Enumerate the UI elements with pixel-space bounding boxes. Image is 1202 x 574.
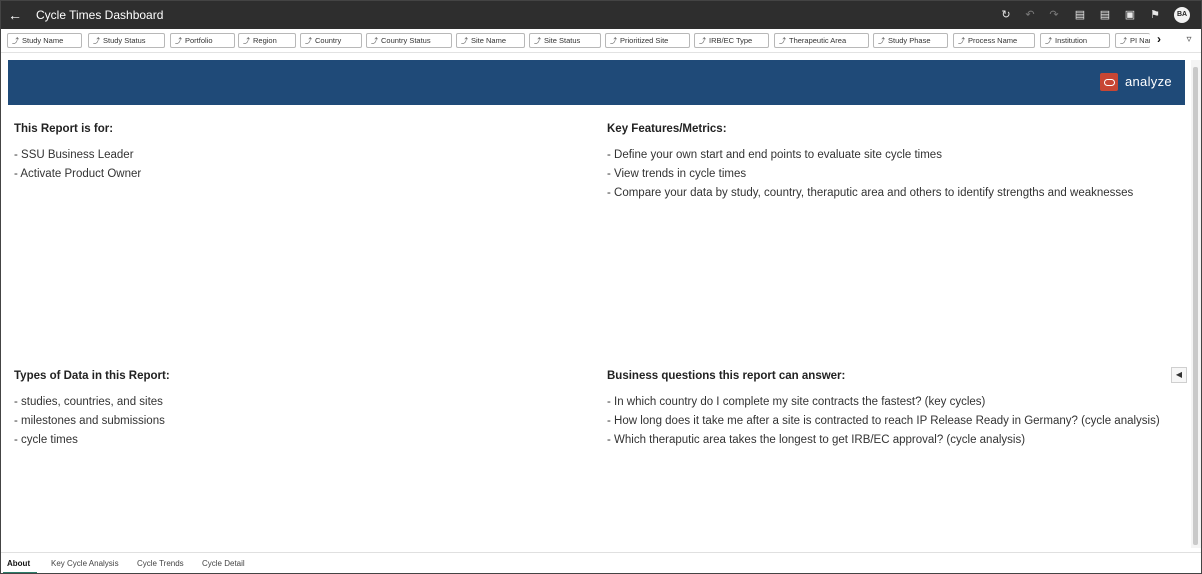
filter-chip-prioritized-site[interactable]: ⤴ Prioritized Site <box>605 33 690 48</box>
present-icon[interactable]: ▣ <box>1122 7 1138 23</box>
key-features-heading: Key Features/Metrics: <box>607 123 727 135</box>
filter-chip-country-status[interactable]: ⤴ Country Status <box>366 33 452 48</box>
pin-icon: ⤴ <box>1045 38 1052 45</box>
report-for-item: - Activate Product Owner <box>14 168 142 180</box>
chevron-right-icon[interactable]: › <box>1153 31 1165 47</box>
scrollbar-thumb[interactable] <box>1193 67 1198 545</box>
filter-chip-site-status[interactable]: ⤴ Site Status <box>529 33 601 48</box>
tab-bar: About Key Cycle Analysis Cycle Trends Cy… <box>1 552 1201 573</box>
bookmark-icon[interactable]: ⚑ <box>1147 7 1163 23</box>
pin-icon: ⤴ <box>461 38 468 45</box>
tab-about[interactable]: About <box>7 559 30 568</box>
filter-chip-site-name[interactable]: ⤴ Site Name <box>456 33 525 48</box>
pin-icon: ⤴ <box>1120 38 1127 45</box>
pin-icon: ⤴ <box>12 38 19 45</box>
pin-icon: ⤴ <box>610 38 617 45</box>
pin-icon: ⤴ <box>93 38 100 45</box>
filter-chip-study-name[interactable]: ⤴ Study Name <box>7 33 82 48</box>
filter-bar: ⤴ Study Name ⤴ Study Status ⤴ Portfolio ⤴ Re… <box>1 29 1201 53</box>
back-arrow-icon[interactable]: ← <box>5 5 25 25</box>
tab-key-cycle-analysis[interactable]: Key Cycle Analysis <box>51 559 119 568</box>
report-for-item: - SSU Business Leader <box>14 149 134 161</box>
brand-banner <box>8 60 1185 105</box>
filter-chip-portfolio[interactable]: ⤴ Portfolio <box>170 33 235 48</box>
business-questions-heading: Business questions this report can answe… <box>607 370 846 382</box>
pin-icon: ⤴ <box>878 38 885 45</box>
pin-icon: ⤴ <box>305 38 312 45</box>
avatar[interactable]: BA <box>1174 7 1190 23</box>
filter-chip-pi-name[interactable]: ⤴PI Name <box>1115 33 1150 48</box>
key-feature-item: - Compare your data by study, country, t… <box>607 187 1134 199</box>
comment-icon[interactable]: ▤ <box>1097 7 1113 23</box>
filter-chip-irb-ec-type[interactable]: ⤴ IRB/EC Type <box>694 33 769 48</box>
business-question-item: - In which country do I complete my site… <box>607 396 986 408</box>
key-feature-item: - Define your own start and end points t… <box>607 149 942 161</box>
brand-logo-icon <box>1100 73 1118 91</box>
tab-cycle-trends[interactable]: Cycle Trends <box>137 559 184 568</box>
refresh-icon[interactable]: ↻ <box>998 7 1014 23</box>
filter-chip-therapeutic-area[interactable]: ⤴ Therapeutic Area <box>774 33 869 48</box>
filter-chip-study-status[interactable]: ⤴ Study Status <box>88 33 165 48</box>
pin-icon: ⤴ <box>534 38 541 45</box>
data-types-heading: Types of Data in this Report: <box>14 370 170 382</box>
data-type-item: - studies, countries, and sites <box>14 396 163 408</box>
brand-name: analyze <box>1125 74 1172 89</box>
filter-chip-country[interactable]: ⤴ Country <box>300 33 362 48</box>
redo-icon[interactable]: ↷ <box>1046 7 1062 23</box>
filter-chip-process-name[interactable]: ⤴ Process Name <box>953 33 1035 48</box>
filter-icon[interactable]: ▿ <box>1183 34 1195 46</box>
filter-chip-study-phase[interactable]: ⤴ Study Phase <box>873 33 948 48</box>
collapse-panel-icon[interactable]: ◀ <box>1171 367 1187 383</box>
pin-icon: ⤴ <box>958 38 965 45</box>
pin-icon: ⤴ <box>371 38 378 45</box>
title-bar: ← Cycle Times Dashboard ↻ ↶ ↷ ▤ ▤ ▣ ⚑ BA <box>1 1 1201 29</box>
data-type-item: - cycle times <box>14 434 78 446</box>
pin-icon: ⤴ <box>779 38 786 45</box>
page-title: Cycle Times Dashboard <box>36 8 164 22</box>
app-window: ← Cycle Times Dashboard ↻ ↶ ↷ ▤ ▤ ▣ ⚑ BA… <box>0 0 1202 574</box>
pin-icon: ⤴ <box>175 38 182 45</box>
data-type-item: - milestones and submissions <box>14 415 165 427</box>
business-question-item: - Which theraputic area takes the longes… <box>607 434 1026 446</box>
key-feature-item: - View trends in cycle times <box>607 168 747 180</box>
data-icon[interactable]: ▤ <box>1072 7 1088 23</box>
filter-chip-region[interactable]: ⤴ Region <box>238 33 296 48</box>
tab-cycle-detail[interactable]: Cycle Detail <box>202 559 245 568</box>
business-question-item: - How long does it take me after a site … <box>607 415 1160 427</box>
pin-icon: ⤴ <box>243 38 250 45</box>
filter-chip-institution[interactable]: ⤴ Institution <box>1040 33 1110 48</box>
pin-icon: ⤴ <box>699 38 706 45</box>
undo-icon[interactable]: ↶ <box>1022 7 1038 23</box>
report-for-heading: This Report is for: <box>14 123 114 135</box>
